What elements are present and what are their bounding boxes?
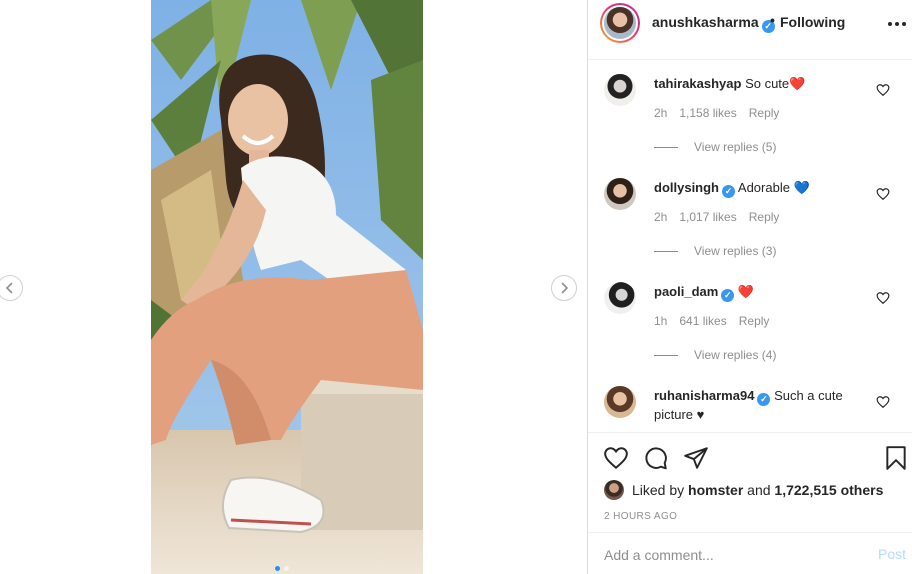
view-replies-button[interactable]: View replies (3) [654,244,776,258]
view-replies-label: View replies (3) [694,244,777,258]
post-actions: Liked by homster and 1,722,515 others 2 … [588,432,912,532]
comments-list: tahirakashyap So cute❤️ 2h 1,158 likes R… [588,60,912,432]
reply-button[interactable]: Reply [749,210,780,224]
carousel-prev-button[interactable] [0,275,23,301]
share-icon[interactable] [683,445,709,471]
red-heart-emoji: ❤️ [789,76,806,91]
verified-badge-icon: ✓ [722,185,735,198]
following-button[interactable]: Following [780,14,845,30]
likes-prefix: Liked by [632,482,685,498]
black-heart-emoji: ♥ [696,407,705,422]
comment-meta: 2h 1,158 likes Reply [654,106,779,120]
comment-username[interactable]: tahirakashyap [654,76,741,91]
add-comment-input[interactable] [604,545,854,565]
post-photo[interactable] [151,0,423,574]
comment-like-heart-icon[interactable] [876,395,890,409]
verified-badge-icon: ✓ [721,289,735,302]
comment-like-heart-icon[interactable] [876,291,890,305]
chevron-left-icon [5,282,13,294]
likes-summary: Liked by homster and 1,722,515 others [604,480,883,500]
red-heart-emoji: ❤️ [737,284,755,299]
more-horizontal-icon [888,22,892,26]
owner-avatar-photo [604,7,636,39]
carousel-dot [284,566,289,571]
chevron-right-icon [561,282,569,294]
reply-button[interactable]: Reply [739,314,770,328]
post-header: anushkasharma ✓ • Following [588,0,912,60]
commenter-avatar[interactable] [604,386,636,418]
comment-likes[interactable]: 1,158 likes [679,106,736,120]
post-comment-button[interactable]: Post [878,546,906,562]
add-comment-bar: Post [588,532,912,574]
view-replies-button[interactable]: View replies (4) [654,348,776,362]
commenter-avatar[interactable] [604,178,636,210]
owner-username-row: anushkasharma ✓ [652,14,775,33]
carousel-dot-active [275,566,280,571]
comment-likes[interactable]: 641 likes [679,314,726,328]
comment-icon[interactable] [643,445,669,471]
comment-likes[interactable]: 1,017 likes [679,210,736,224]
comment-like-heart-icon[interactable] [876,83,890,97]
comment-text-line: tahirakashyap So cute❤️ [654,75,874,93]
comment-age: 1h [654,314,668,328]
view-replies-label: View replies (5) [694,140,777,154]
comment-age: 2h [654,210,668,224]
comment-username[interactable]: ruhanisharma94 [654,388,754,403]
comment-text-line: dollysingh ✓ Adorable 💙 [654,179,874,198]
comment-meta: 2h 1,017 likes Reply [654,210,779,224]
liker-username[interactable]: homster [688,482,743,498]
replies-line [654,146,678,148]
comment-username[interactable]: paoli_dam [654,284,718,299]
replies-line [654,354,678,356]
likes-joiner: and [747,482,771,498]
commenter-avatar[interactable] [604,282,636,314]
post-details-panel: anushkasharma ✓ • Following tahirakashyap… [588,0,912,574]
bookmark-icon[interactable] [883,445,909,471]
carousel-indicator [275,566,289,571]
comment-text: So cute [745,76,790,91]
liker-avatar[interactable] [604,480,624,500]
comment-age: 2h [654,106,668,120]
more-options-button[interactable] [888,18,908,30]
comment-username[interactable]: dollysingh [654,180,719,195]
owner-username[interactable]: anushkasharma [652,14,759,30]
comment-text-line: ruhanisharma94 ✓ Such a cute picture ♥ [654,387,874,424]
blue-heart-emoji: 💙 [793,180,810,195]
heart-icon[interactable] [603,445,629,471]
comment-text: Adorable [737,180,794,195]
replies-line [654,250,678,252]
comment-text-line: paoli_dam ✓ ❤️ [654,283,874,302]
photo-illustration [151,0,423,574]
reply-button[interactable]: Reply [749,106,780,120]
likes-count[interactable]: 1,722,515 others [774,482,883,498]
owner-avatar[interactable] [600,3,640,43]
verified-badge-icon: ✓ [757,393,771,406]
view-replies-button[interactable]: View replies (5) [654,140,776,154]
comment-like-heart-icon[interactable] [876,187,890,201]
carousel-next-button[interactable] [551,275,577,301]
separator-dot: • [770,12,775,28]
comment-meta: 1h 641 likes Reply [654,314,769,328]
post-timestamp[interactable]: 2 HOURS AGO [604,511,677,522]
view-replies-label: View replies (4) [694,348,777,362]
media-pane [0,0,588,574]
commenter-avatar[interactable] [604,74,636,106]
